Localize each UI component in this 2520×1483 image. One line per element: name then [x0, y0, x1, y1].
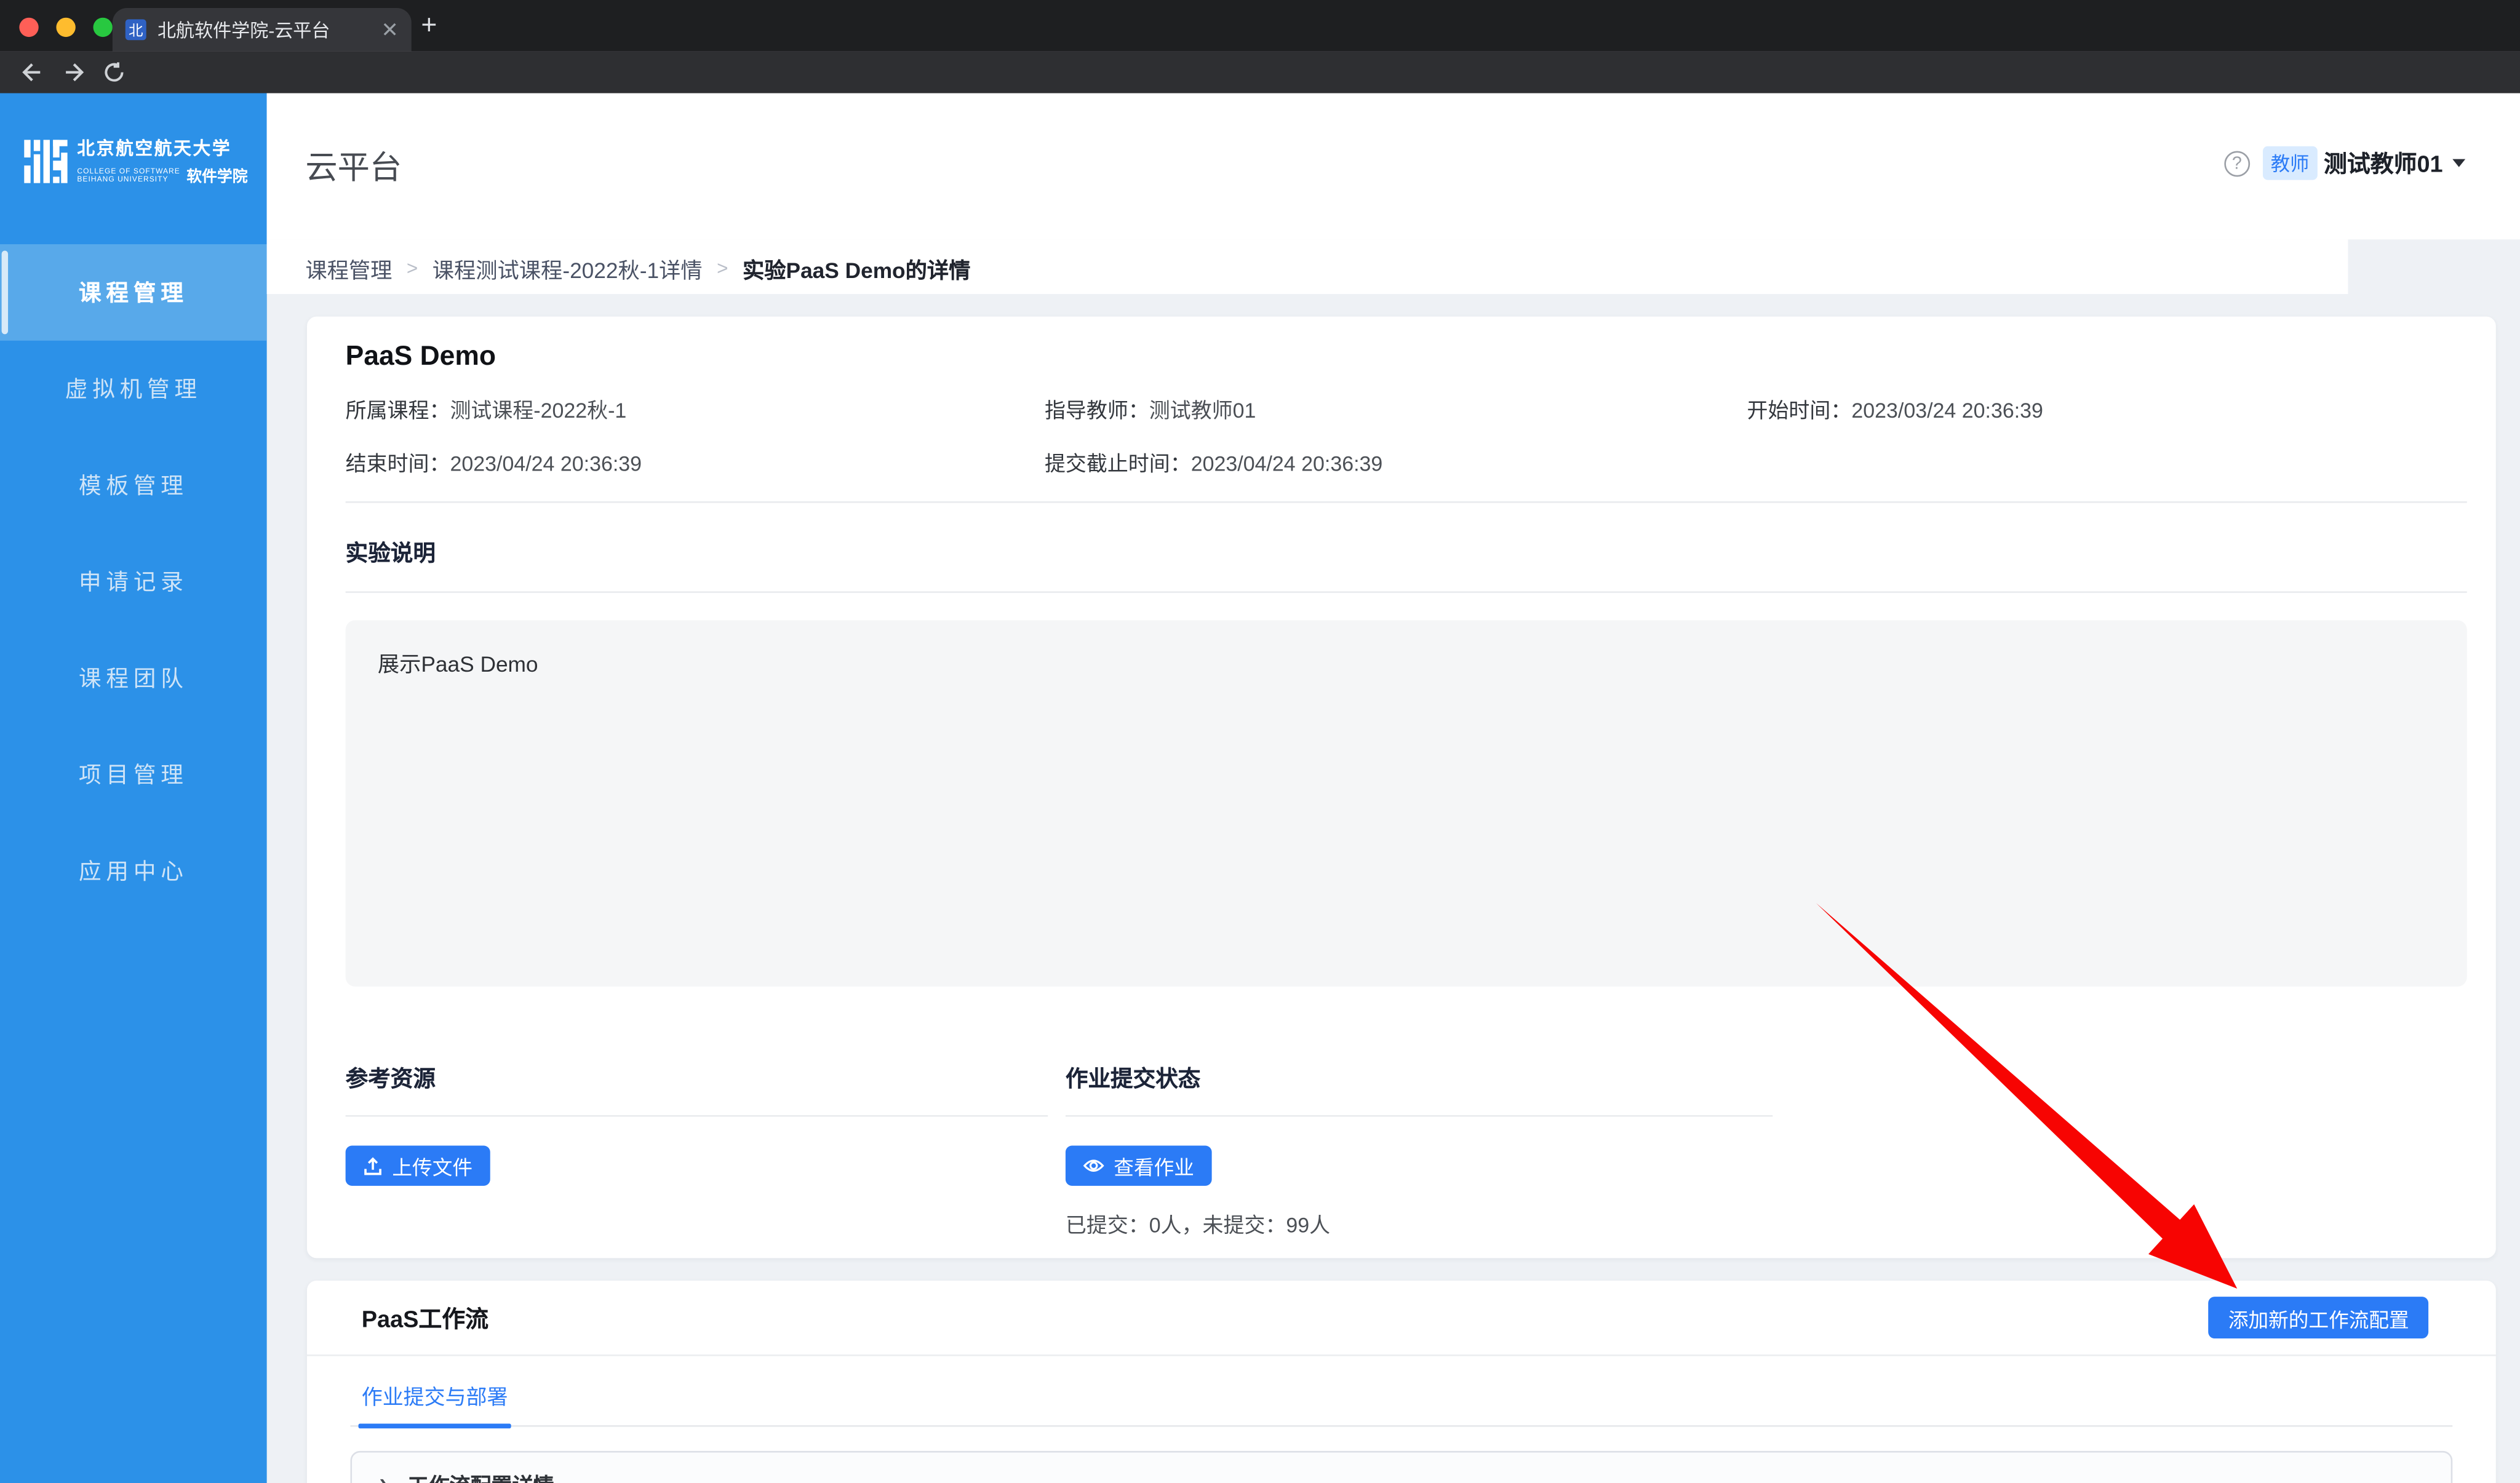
college-en-line1: COLLEGE OF SOFTWARE	[77, 167, 180, 175]
user-menu[interactable]: ? 教师 测试教师01	[2224, 146, 2465, 180]
experiment-detail-card: PaaS Demo 所属课程：测试课程-2022秋-1 指导教师：测试教师01 …	[307, 317, 2496, 1258]
sidebar-item-course-team[interactable]: 课程团队	[0, 630, 267, 726]
page-title: 云平台	[305, 141, 402, 188]
view-homework-button[interactable]: 查看作业	[1066, 1146, 1212, 1186]
sidebar-item-course-management[interactable]: 课程管理	[0, 244, 267, 341]
resources-section: 参考资源 上传文件	[346, 1062, 1048, 1239]
username: 测试教师01	[2324, 146, 2443, 180]
upload-file-button[interactable]: 上传文件	[346, 1146, 490, 1186]
meta-end-time: 结束时间：2023/04/24 20:36:39	[346, 447, 1045, 477]
submission-section: 作业提交状态 查看作业 已提交：0人，未提交：99人	[1066, 1062, 1772, 1239]
browser-tab-strip: 北 北航软件学院-云平台 ✕ +	[0, 0, 2520, 52]
submission-stats: 已提交：0人，未提交：99人	[1066, 1208, 1772, 1239]
chevron-down-icon	[2452, 159, 2465, 167]
breadcrumb-course-detail[interactable]: 课程测试课程-2022秋-1详情	[433, 252, 703, 284]
sidebar-item-vm-management[interactable]: 虚拟机管理	[0, 341, 267, 437]
tab-submission-deploy[interactable]: 作业提交与部署	[362, 1380, 508, 1425]
tab-close-icon[interactable]: ✕	[381, 17, 398, 42]
workflow-card: PaaS工作流 添加新的工作流配置 作业提交与部署 › 工作流配置详情	[307, 1281, 2496, 1483]
workflow-config-panel[interactable]: › 工作流配置详情	[350, 1451, 2452, 1483]
screen: 北 北航软件学院-云平台 ✕ + https://scs.buaa.edu.cn…	[0, 0, 2520, 1483]
experiment-title: PaaS Demo	[346, 341, 2467, 373]
minimize-window-button[interactable]	[56, 18, 75, 37]
breadcrumb-course-management[interactable]: 课程管理	[305, 252, 392, 284]
submission-heading: 作业提交状态	[1066, 1062, 1772, 1094]
sidebar-menu: 课程管理 虚拟机管理 模板管理 申请记录 课程团队 项目管理 应用中心	[0, 244, 267, 919]
app-header: 云平台 ? 教师 测试教师01	[267, 93, 2520, 240]
divider	[346, 501, 2467, 503]
sidebar-item-application-records[interactable]: 申请记录	[0, 533, 267, 630]
logo: 北京航空航天大学 COLLEGE OF SOFTWARE BEIHANG UNI…	[0, 93, 267, 187]
sidebar-item-template-management[interactable]: 模板管理	[0, 437, 267, 534]
buaa-logo-icon	[24, 139, 68, 183]
main-area: 云平台 ? 教师 测试教师01 课程管理 > 课程测试课程-2022秋-1详情 …	[267, 93, 2520, 1483]
college-name: 软件学院	[186, 164, 247, 186]
close-window-button[interactable]	[19, 18, 38, 37]
divider	[346, 591, 2467, 593]
site-favicon-icon: 北	[126, 19, 146, 40]
experiment-description: 展示PaaS Demo	[346, 620, 2467, 987]
forward-icon[interactable]	[64, 63, 87, 82]
meta-deadline: 提交截止时间：2023/04/24 20:36:39	[1045, 447, 1747, 477]
tab-title: 北航软件学院-云平台	[158, 17, 372, 42]
resources-heading: 参考资源	[346, 1062, 1048, 1094]
chevron-right-icon: ›	[379, 1469, 386, 1483]
breadcrumb-separator: >	[717, 257, 728, 280]
breadcrumb-band: 课程管理 > 课程测试课程-2022秋-1详情 > 实验PaaS Demo的详情	[267, 239, 2348, 294]
browser-toolbar: https://scs.buaa.edu.cn/#/teacher/expDet…	[0, 52, 2520, 93]
reload-icon[interactable]	[103, 61, 126, 84]
window-controls	[19, 18, 113, 37]
workflow-tabs: 作业提交与部署	[350, 1356, 2452, 1427]
help-icon[interactable]: ?	[2224, 150, 2250, 176]
add-workflow-config-button[interactable]: 添加新的工作流配置	[2209, 1297, 2428, 1338]
web-page: 北京航空航天大学 COLLEGE OF SOFTWARE BEIHANG UNI…	[0, 93, 2520, 1483]
maximize-window-button[interactable]	[94, 18, 113, 37]
workflow-config-title: 工作流配置详情	[408, 1468, 554, 1483]
divider	[1066, 1115, 1772, 1117]
breadcrumb-separator: >	[407, 257, 418, 280]
description-heading: 实验说明	[346, 536, 2467, 568]
sidebar: 北京航空航天大学 COLLEGE OF SOFTWARE BEIHANG UNI…	[0, 93, 267, 1483]
college-en-line2: BEIHANG UNIVERSITY	[77, 175, 180, 184]
experiment-meta: 所属课程：测试课程-2022秋-1 指导教师：测试教师01 开始时间：2023/…	[346, 394, 2467, 477]
upload-icon	[363, 1156, 382, 1175]
breadcrumb: 课程管理 > 课程测试课程-2022秋-1详情 > 实验PaaS Demo的详情	[305, 252, 970, 284]
eye-icon	[1083, 1157, 1104, 1175]
breadcrumb-current: 实验PaaS Demo的详情	[743, 252, 970, 284]
meta-start-time: 开始时间：2023/03/24 20:36:39	[1747, 394, 2467, 424]
back-icon[interactable]	[19, 63, 42, 82]
meta-course: 所属课程：测试课程-2022秋-1	[346, 394, 1045, 424]
sidebar-item-project-management[interactable]: 项目管理	[0, 726, 267, 823]
role-badge: 教师	[2263, 146, 2318, 180]
new-tab-button[interactable]: +	[421, 10, 437, 42]
university-name: 北京航空航天大学	[77, 135, 247, 161]
browser-tab[interactable]: 北 北航软件学院-云平台 ✕	[113, 8, 412, 52]
meta-teacher: 指导教师：测试教师01	[1045, 394, 1747, 424]
workflow-heading: PaaS工作流	[362, 1301, 488, 1335]
sidebar-item-app-center[interactable]: 应用中心	[0, 822, 267, 919]
divider	[346, 1115, 1048, 1117]
